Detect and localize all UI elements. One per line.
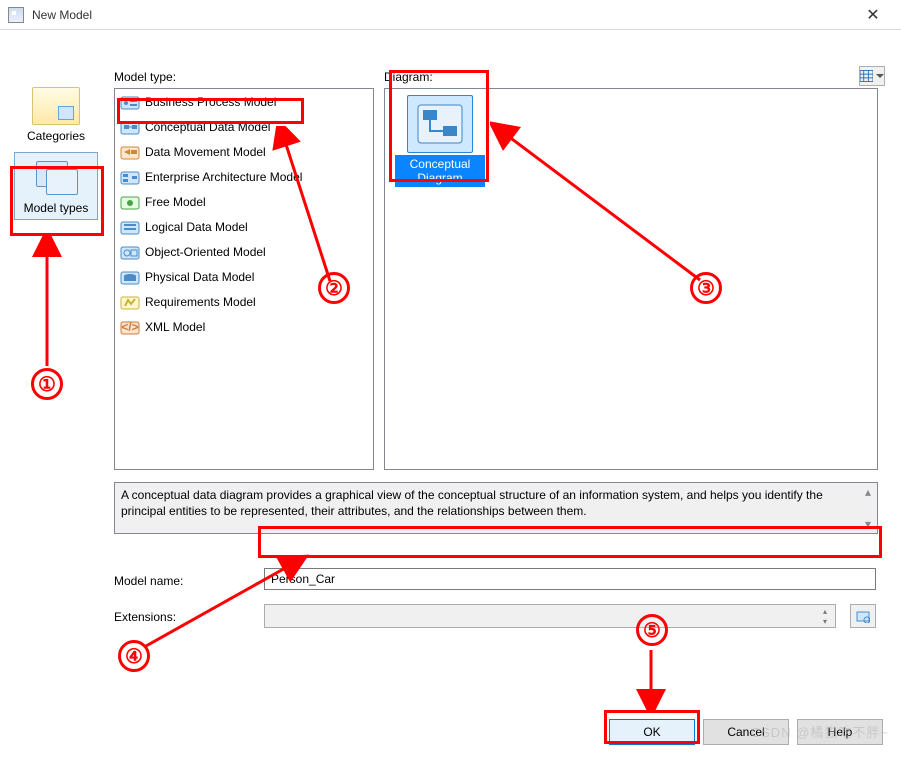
nav-model-types-label: Model types [17, 201, 95, 215]
list-item[interactable]: Free Model [115, 189, 373, 214]
model-type-list[interactable]: Business Process Model Conceptual Data M… [114, 88, 374, 470]
list-item[interactable]: Logical Data Model [115, 214, 373, 239]
list-item[interactable]: Requirements Model [115, 289, 373, 314]
list-item[interactable]: Enterprise Architecture Model [115, 164, 373, 189]
model-icon [119, 217, 141, 237]
left-nav: Categories Model types [14, 80, 102, 224]
model-name-input[interactable] [264, 568, 876, 590]
list-item-label: Requirements Model [145, 295, 256, 309]
list-item[interactable]: </> XML Model [115, 314, 373, 339]
list-item-label: Object-Oriented Model [145, 245, 266, 259]
stepper-icon: ▴▾ [817, 606, 833, 626]
close-button[interactable]: ✕ [853, 5, 893, 25]
list-item[interactable]: Object-Oriented Model [115, 239, 373, 264]
diagram-icon [407, 95, 473, 153]
scrollbar[interactable]: ▴ ▾ [859, 483, 877, 533]
list-item[interactable]: Business Process Model [115, 89, 373, 114]
list-item-label: Enterprise Architecture Model [145, 170, 302, 184]
window-title: New Model [32, 8, 853, 22]
app-icon [8, 7, 24, 23]
nav-model-types[interactable]: Model types [14, 152, 98, 220]
list-item[interactable]: Data Movement Model [115, 139, 373, 164]
list-item-label: Business Process Model [145, 95, 276, 109]
list-item-label: Data Movement Model [145, 145, 266, 159]
model-icon [119, 167, 141, 187]
model-icon [119, 92, 141, 112]
list-item-label: Logical Data Model [145, 220, 248, 234]
description-text: A conceptual data diagram provides a gra… [121, 488, 823, 518]
model-type-label: Model type: [114, 70, 176, 84]
scroll-up-icon: ▴ [859, 483, 877, 501]
extensions-browse-button[interactable] [850, 604, 876, 628]
model-name-label: Model name: [114, 574, 183, 588]
model-types-icon [32, 159, 80, 197]
list-item-label: Free Model [145, 195, 206, 209]
model-icon: </> [119, 317, 141, 337]
description-box: A conceptual data diagram provides a gra… [114, 482, 878, 534]
scroll-down-icon: ▾ [859, 515, 877, 533]
model-icon [119, 267, 141, 287]
diagram-label: Diagram: [384, 70, 433, 84]
list-item[interactable]: Physical Data Model [115, 264, 373, 289]
model-icon [119, 192, 141, 212]
dialog-content: Categories Model types Model type: Diagr… [0, 30, 901, 759]
model-icon [119, 292, 141, 312]
model-icon [119, 117, 141, 137]
svg-text:</>: </> [121, 320, 138, 334]
extensions-select[interactable]: ▴▾ [264, 604, 836, 628]
nav-categories-label: Categories [17, 129, 95, 143]
ok-button[interactable]: OK [609, 719, 695, 745]
model-icon [119, 142, 141, 162]
model-icon [119, 242, 141, 262]
diagram-item-conceptual[interactable]: Conceptual Diagram [395, 95, 485, 187]
view-mode-button[interactable] [859, 66, 885, 86]
list-item-label: Conceptual Data Model [145, 120, 270, 134]
list-item[interactable]: Conceptual Data Model [115, 114, 373, 139]
extensions-label: Extensions: [114, 610, 176, 624]
nav-categories[interactable]: Categories [14, 80, 98, 148]
list-item-label: XML Model [145, 320, 205, 334]
diagram-panel: Conceptual Diagram [384, 88, 878, 470]
list-item-label: Physical Data Model [145, 270, 254, 284]
watermark: CSDN @橘猫吃不胖~ [751, 722, 889, 741]
folder-icon [32, 87, 80, 125]
diagram-item-label: Conceptual Diagram [395, 155, 485, 187]
titlebar: New Model ✕ [0, 0, 901, 30]
